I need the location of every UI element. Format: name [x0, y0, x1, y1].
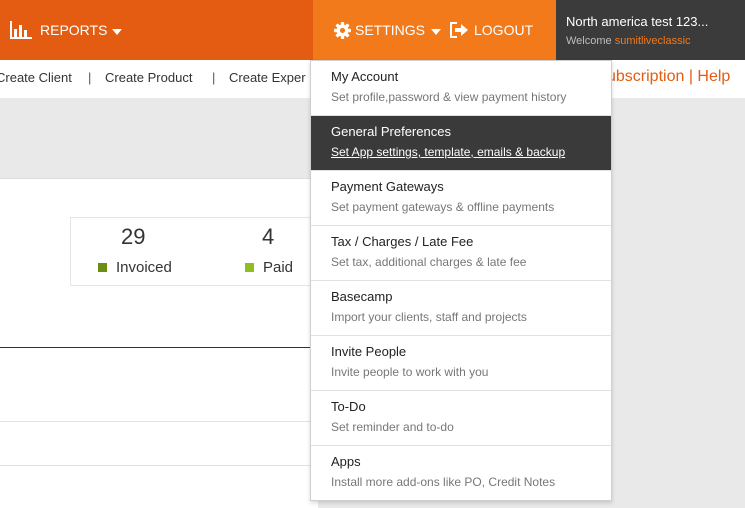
- menu-item-title: Payment Gateways: [331, 179, 444, 194]
- menu-item-invite-people[interactable]: Invite People Invite people to work with…: [311, 336, 611, 391]
- create-expense-link[interactable]: Create Exper: [229, 70, 306, 85]
- invoiced-legend-swatch: [98, 263, 107, 272]
- settings-menu-button[interactable]: SETTINGS: [334, 0, 442, 60]
- gear-icon: [334, 21, 351, 39]
- logout-icon: [450, 22, 468, 38]
- bar-chart-icon: [10, 21, 32, 39]
- menu-item-apps[interactable]: Apps Install more add-ons like PO, Credi…: [311, 446, 611, 501]
- logout-label: LOGOUT: [474, 22, 534, 38]
- menu-item-tax-charges[interactable]: Tax / Charges / Late Fee Set tax, additi…: [311, 226, 611, 281]
- logout-button[interactable]: LOGOUT: [450, 0, 533, 60]
- paid-label: Paid: [263, 259, 294, 276]
- separator: |: [212, 70, 216, 85]
- menu-item-desc: Import your clients, staff and projects: [331, 310, 527, 324]
- invoiced-stat[interactable]: Invoiced: [98, 259, 172, 276]
- create-product-link[interactable]: Create Product: [105, 70, 192, 85]
- account-panel[interactable]: North america test 123... Welcome sumitl…: [556, 0, 745, 60]
- settings-label: SETTINGS: [355, 22, 426, 38]
- menu-item-desc: Set reminder and to-do: [331, 420, 454, 434]
- chevron-down-icon: [112, 22, 123, 38]
- settings-dropdown: My Account Set profile,password & view p…: [310, 60, 612, 501]
- welcome-line: Welcome sumitliveclassic: [566, 35, 745, 47]
- menu-item-basecamp[interactable]: Basecamp Import your clients, staff and …: [311, 281, 611, 336]
- menu-item-payment-gateways[interactable]: Payment Gateways Set payment gateways & …: [311, 171, 611, 226]
- paid-stat[interactable]: Paid: [245, 259, 293, 276]
- menu-item-desc: Set payment gateways & offline payments: [331, 200, 555, 214]
- subscription-help-links[interactable]: ubscription | Help: [607, 68, 730, 86]
- invoiced-label: Invoiced: [116, 259, 172, 276]
- welcome-text: Welcome: [566, 35, 612, 47]
- menu-item-title: My Account: [331, 69, 399, 84]
- menu-item-title: Basecamp: [331, 289, 393, 304]
- menu-item-todo[interactable]: To-Do Set reminder and to-do: [311, 391, 611, 446]
- username: sumitliveclassic: [614, 35, 691, 47]
- menu-item-desc: Set App settings, template, emails & bac…: [331, 145, 566, 159]
- reports-label: REPORTS: [40, 22, 108, 38]
- menu-item-desc: Invite people to work with you: [331, 365, 489, 379]
- menu-item-title: Tax / Charges / Late Fee: [331, 234, 474, 249]
- menu-item-title: Invite People: [331, 344, 407, 359]
- chevron-down-icon: [431, 22, 442, 38]
- menu-item-title: To-Do: [331, 399, 366, 414]
- invoiced-count: 29: [121, 224, 146, 249]
- menu-item-title: General Preferences: [331, 124, 451, 139]
- divider: [0, 347, 318, 348]
- menu-item-desc: Set profile,password & view payment hist…: [331, 90, 567, 104]
- reports-menu[interactable]: REPORTS: [10, 0, 123, 60]
- separator: |: [88, 70, 92, 85]
- account-name: North america test 123...: [566, 14, 709, 29]
- menu-item-general-preferences[interactable]: General Preferences Set App settings, te…: [311, 116, 611, 171]
- divider: [0, 421, 318, 422]
- divider: [0, 465, 318, 466]
- menu-item-desc: Set tax, additional charges & late fee: [331, 255, 527, 269]
- menu-item-desc: Install more add-ons like PO, Credit Not…: [331, 475, 556, 489]
- menu-item-my-account[interactable]: My Account Set profile,password & view p…: [311, 61, 611, 116]
- create-client-link[interactable]: Create Client: [0, 70, 72, 85]
- paid-legend-swatch: [245, 263, 254, 272]
- menu-item-title: Apps: [331, 454, 361, 469]
- paid-count: 4: [262, 224, 275, 249]
